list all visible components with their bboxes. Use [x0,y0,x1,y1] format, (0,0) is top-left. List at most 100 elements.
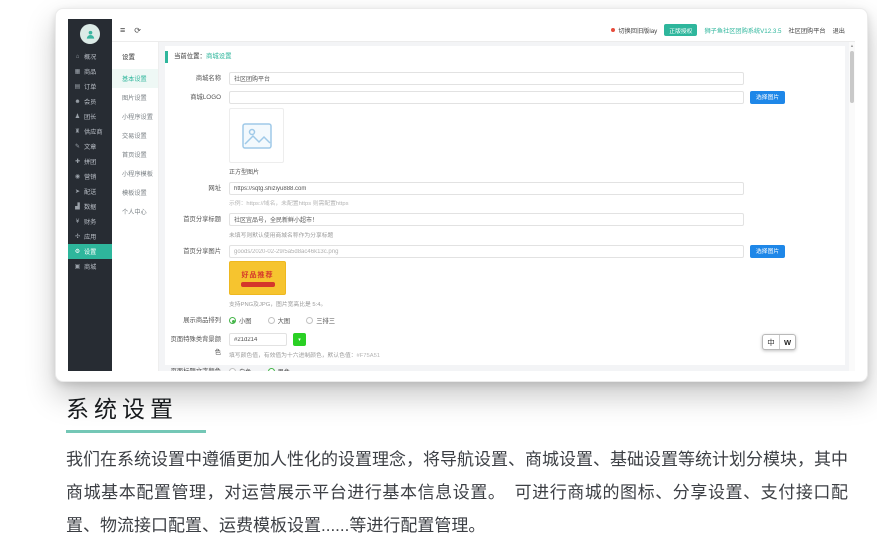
radio-black[interactable]: 黑色 [268,367,291,371]
submenu-item-profile[interactable]: 个人中心 [112,202,158,221]
submenu-item-basic[interactable]: 基本设置 [112,69,158,88]
sidebar-item-data[interactable]: ▟数据 [68,199,112,214]
sidebar-item-label: 文章 [84,142,96,151]
submenu-item-mp-template[interactable]: 小程序模板 [112,164,158,183]
sidebar-item-members[interactable]: ☻会员 [68,94,112,109]
sidebar-item-mall[interactable]: ▣商城 [68,259,112,274]
share-image-hint: 支持PNG及JPG，图片宽高比是 5:4。 [229,299,837,308]
member-icon: ☻ [74,99,81,105]
thumbnail-text: 好品推荐 [242,270,274,280]
mall-name-input[interactable] [229,72,744,85]
submenu-item-trade[interactable]: 交易设置 [112,126,158,145]
sidebar-item-delivery[interactable]: ➤配送 [68,184,112,199]
form-row-mall-logo: 商城LOGO 选择图片 正方型图片 [165,91,837,176]
share-title-input[interactable] [229,213,744,226]
sidebar-item-label: 配送 [84,187,96,196]
mall-icon: ▣ [74,263,81,270]
admin-body: 设置 基本设置 图片设置 小程序设置 交易设置 首页设置 小程序模板 模板设置 … [112,42,855,371]
sidebar-item-label: 订单 [84,82,96,91]
menu-toggle-icon[interactable]: ≡ [120,25,125,35]
bg-color-input[interactable] [229,333,287,346]
title-color-radio-group: 白色 黑色 [229,365,837,371]
site-url-input[interactable] [229,182,744,195]
image-placeholder-icon [242,123,272,149]
site-url-hint: 示例：https://域名，未配置https 则需配置https [229,198,837,207]
content-scrollbar[interactable]: ▲ [849,42,855,371]
radio-icon [306,317,313,324]
marketing-icon: ◉ [74,173,81,180]
sidebar-item-apps[interactable]: ✣应用 [68,229,112,244]
radio-white[interactable]: 白色 [229,367,252,371]
sidebar-item-finance[interactable]: ¥财务 [68,214,112,229]
form-row-mall-name: 商城名称 [165,72,837,85]
sidebar-item-goods[interactable]: ▦商品 [68,64,112,79]
main-sidebar: ⌂概况 ▦商品 ▤订单 ☻会员 ♟团长 ♜供应商 ✎文章 ✚拼团 ◉营销 ➤配送… [68,19,112,371]
refresh-icon[interactable]: ⟳ [134,26,141,35]
submenu-title: 设置 [112,46,158,69]
scroll-up-icon[interactable]: ▲ [849,42,855,49]
bg-color-hint-text: 填写颜色值，有效值为十六进制颜色，默认色值： [229,353,357,359]
share-image-input[interactable] [229,245,744,258]
form-row-share-title: 首页分享标题 未填写则默认使用商城名称作为分享标题 [165,213,837,239]
submenu-item-template[interactable]: 模板设置 [112,183,158,202]
radio-icon [229,368,236,371]
color-swatch-button[interactable]: ▾ [293,333,306,346]
sidebar-item-orders[interactable]: ▤订单 [68,79,112,94]
switch-old-version-link[interactable]: 切换回旧版lay [618,26,657,35]
title-color-label: 页面标题文字颜色 [165,365,229,371]
finance-icon: ¥ [74,219,81,225]
bg-color-label: 页面特殊类背景颜色 [165,333,229,359]
sidebar-item-label: 概况 [84,52,96,61]
share-image-thumbnail[interactable]: 好品推荐 [229,261,286,295]
sidebar-item-label: 供应商 [84,127,103,136]
translate-button[interactable]: 中 [763,335,779,349]
sidebar-item-label: 商城 [84,262,96,271]
radio-three-per-row[interactable]: 三排三 [306,316,335,325]
goods-style-label: 展示商品排列 [165,314,229,327]
mall-logo-input[interactable] [229,91,744,104]
admin-screenshot-window: ⌂概况 ▦商品 ▤订单 ☻会员 ♟团长 ♜供应商 ✎文章 ✚拼团 ◉营销 ➤配送… [55,8,868,382]
radio-label: 大图 [278,316,291,325]
sidebar-item-settings[interactable]: ⚙设置 [68,244,112,259]
avatar[interactable] [80,24,100,44]
logout-link[interactable]: 退出 [833,26,845,35]
radio-label: 白色 [239,367,252,371]
radio-label: 小图 [239,316,252,325]
sidebar-item-leaders[interactable]: ♟团长 [68,109,112,124]
settings-panel: 当前位置：商城设置 商城名称 商城LOGO [165,46,845,365]
article-paragraph: 我们在系统设置中遵循更加人性化的设置理念，将导航设置、商城设置、基础设置等统计划… [66,443,848,542]
sidebar-item-articles[interactable]: ✎文章 [68,139,112,154]
chart-icon: ▟ [74,203,81,210]
logo-placeholder[interactable] [229,108,284,163]
platform-name[interactable]: 社区团购平台 [789,26,826,35]
choose-share-image-button[interactable]: 选择图片 [750,245,785,258]
admin-topbar: ≡ ⟳ 切换回旧版lay 正版授权 狮子鱼社区团购系统V12.3.5 社区团购平… [112,19,855,42]
order-list-icon: ▤ [74,83,81,90]
sidebar-item-overview[interactable]: ⌂概况 [68,49,112,64]
radio-small-image[interactable]: 小图 [229,316,252,325]
version-text: 狮子鱼社区团购系统V12.3.5 [704,26,781,35]
form-row-title-color: 页面标题文字颜色 白色 黑色 头部颜色值，包括导航、标题、状态栏字体颜色，仅支持… [165,365,837,371]
submenu-item-images[interactable]: 图片设置 [112,88,158,107]
goods-style-radio-group: 小图 大图 三排三 [229,314,837,327]
scrollbar-thumb[interactable] [850,51,854,103]
mall-logo-label: 商城LOGO [165,91,229,176]
form-row-bg-color: 页面特殊类背景颜色 ▾ 填写颜色值，有效值为十六进制颜色，默认色值：#F75A5… [165,333,837,359]
submenu-item-homepage[interactable]: 首页设置 [112,145,158,164]
notice-dot-icon [611,28,615,32]
paw-icon[interactable]: W [779,335,795,349]
sidebar-item-groupbuy[interactable]: ✚拼团 [68,154,112,169]
share-title-hint: 未填写则默认使用商城名称作为分享标题 [229,230,837,239]
share-title-label: 首页分享标题 [165,213,229,239]
radio-label: 黑色 [278,367,291,371]
sidebar-item-marketing[interactable]: ◉营销 [68,169,112,184]
breadcrumb-current[interactable]: 商城设置 [206,53,232,60]
site-url-label: 网址 [165,182,229,207]
radio-large-image[interactable]: 大图 [268,316,291,325]
choose-logo-button[interactable]: 选择图片 [750,91,785,104]
radio-label: 三排三 [316,316,335,325]
topbar-account-area: 切换回旧版lay 正版授权 狮子鱼社区团购系统V12.3.5 社区团购平台 退出 [611,24,845,36]
sidebar-item-suppliers[interactable]: ♜供应商 [68,124,112,139]
page-title: 系统设置 [66,396,848,422]
submenu-item-miniprogram[interactable]: 小程序设置 [112,107,158,126]
